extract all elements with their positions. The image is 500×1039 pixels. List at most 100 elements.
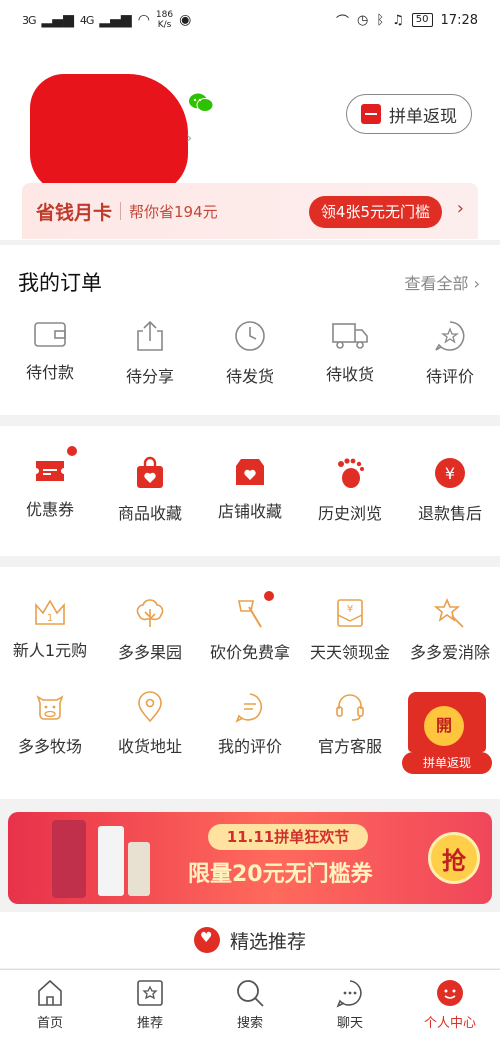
banner-tag: 11.11拼单狂欢节: [208, 824, 368, 850]
orders-section: 我的订单 查看全部 › 待付款 待分享 待发货 待收货 待评价: [0, 245, 500, 415]
feature-label: 多多爱消除: [409, 643, 490, 662]
feature-label: 我的评价: [217, 737, 282, 756]
service-label: 店铺收藏: [217, 502, 282, 521]
feature-label: 收货地址: [117, 737, 182, 756]
axe-icon: [238, 600, 262, 628]
home-icon: [38, 979, 62, 1006]
ranch-entry[interactable]: 多多牧场: [0, 691, 100, 757]
status-bar: 3G ▂▄▆ 4G ▂▄▆ ◠ 186 K/s ◉ ⌒ ◷ ᛒ ♫ 50 17:…: [0, 0, 500, 40]
orchard-entry[interactable]: 多多果园: [100, 597, 200, 663]
order-pending-shipment[interactable]: 待发货: [200, 319, 300, 387]
coupon-icon: [36, 461, 64, 481]
feature-label: 新人1元购: [12, 641, 88, 660]
tab-chat[interactable]: 聊天: [300, 978, 400, 1031]
avatar[interactable]: [30, 74, 188, 194]
gift-icon: [361, 104, 381, 124]
wifi-icon: ◠: [137, 12, 150, 28]
status-right: ⌒ ◷ ᛒ ♫ 50 17:28: [336, 11, 478, 30]
refund-aftersale-entry[interactable]: ¥ 退款售后: [400, 456, 500, 524]
cash-envelope-icon: ¥: [337, 599, 363, 627]
signal-4g-icon: 4G: [79, 13, 94, 27]
order-pending-review[interactable]: 待评价: [400, 319, 500, 387]
bottom-tab-bar: 首页 推荐 搜索 聊天 个人中心: [0, 969, 500, 1039]
chevron-right-icon[interactable]: ›: [186, 128, 192, 147]
tree-icon: [136, 599, 164, 627]
chat-icon: [336, 980, 362, 1008]
star-wand-icon: [433, 597, 464, 628]
service-label: 优惠券: [25, 500, 74, 519]
headset-icon: [336, 694, 364, 721]
orders-header: 我的订单 查看全部 ›: [0, 245, 500, 297]
bag-heart-icon: [137, 456, 163, 488]
browse-history-entry[interactable]: 历史浏览: [300, 456, 400, 524]
money-card-subtitle: 帮你省194元: [129, 202, 218, 221]
favorite-goods-entry[interactable]: 商品收藏: [100, 456, 200, 524]
bargain-free-entry[interactable]: 砍价免费拿: [200, 591, 300, 663]
order-status-row: 待付款 待分享 待发货 待收货 待评价: [0, 319, 500, 387]
service-label: 商品收藏: [117, 504, 182, 523]
headphone-icon: ⌒: [335, 14, 349, 30]
net-speed-value: 186: [155, 10, 174, 20]
floating-group-label: 拼单返现: [402, 752, 492, 774]
chevron-right-icon[interactable]: ›: [457, 198, 464, 219]
feature-label: 多多牧场: [17, 737, 82, 756]
order-status-label: 待评价: [425, 367, 474, 386]
net-speed-unit: K/s: [157, 20, 172, 30]
svg-text:¥: ¥: [445, 464, 455, 483]
mute-icon: ♫: [392, 12, 404, 28]
divider: [120, 202, 122, 220]
view-all-orders-link[interactable]: 查看全部 ›: [405, 270, 481, 294]
money-saving-card[interactable]: 省钱月卡 帮你省194元 领4张5元无门槛 ›: [22, 183, 478, 239]
claim-coupons-button[interactable]: 领4张5元无门槛: [308, 196, 442, 228]
recommend-icon: [137, 980, 163, 1006]
customer-service-entry[interactable]: 官方客服: [300, 691, 400, 757]
tab-recommend[interactable]: 推荐: [100, 978, 200, 1031]
battery-icon: 50: [411, 13, 433, 27]
order-pending-receipt[interactable]: 待收货: [300, 319, 400, 387]
shipping-address-entry[interactable]: 收货地址: [100, 691, 200, 757]
review-icon: [435, 321, 465, 351]
my-reviews-entry[interactable]: 我的评价: [200, 691, 300, 757]
product-image: [128, 842, 150, 896]
notification-dot: [264, 591, 274, 601]
order-pending-share[interactable]: 待分享: [100, 319, 200, 387]
svg-text:1: 1: [47, 613, 53, 624]
promo-banner[interactable]: 11.11拼单狂欢节 限量20元无门槛券 抢: [8, 812, 492, 904]
services-section: 优惠券 商品收藏 店铺收藏 历史浏览 ¥ 退款售后: [0, 426, 500, 556]
group-cashback-button[interactable]: 拼单返现: [346, 94, 472, 134]
feature-label: 砍价免费拿: [209, 643, 290, 662]
match-game-entry[interactable]: 多多爱消除: [400, 597, 500, 663]
product-image: [98, 826, 124, 896]
comment-icon: [235, 693, 263, 723]
wallet-icon: [34, 322, 66, 347]
order-status-label: 待收货: [325, 365, 374, 384]
wechat-icon: [189, 93, 214, 112]
truck-icon: [332, 323, 368, 349]
view-all-label: 查看全部: [404, 274, 469, 293]
tab-home[interactable]: 首页: [0, 978, 100, 1031]
tab-profile[interactable]: 个人中心: [400, 978, 500, 1031]
cow-icon: [36, 695, 64, 720]
crown-icon: 1: [35, 599, 65, 625]
floating-group-cashback[interactable]: 開 拼单返现: [402, 692, 492, 776]
daily-cash-entry[interactable]: ¥ 天天领现金: [300, 597, 400, 663]
share-icon: [137, 320, 163, 351]
clock-icon: [235, 321, 265, 351]
net-speed: 186 K/s: [156, 10, 173, 30]
tab-search[interactable]: 搜索: [200, 978, 300, 1031]
signal-3g-icon: 3G: [22, 13, 36, 27]
tab-label: 聊天: [336, 1016, 363, 1031]
newbie-one-yuan-entry[interactable]: 1 新人1元购: [0, 597, 100, 663]
clock-time: 17:28: [440, 12, 478, 28]
feature-label: 天天领现金: [309, 643, 390, 662]
service-label: 退款售后: [417, 504, 482, 523]
money-card-title: 省钱月卡: [36, 201, 113, 224]
order-status-label: 待发货: [225, 367, 274, 386]
favorite-shops-entry[interactable]: 店铺收藏: [200, 456, 300, 524]
notification-dot: [67, 446, 77, 456]
alarm-icon: ◷: [356, 12, 369, 28]
coupons-entry[interactable]: 优惠券: [0, 446, 100, 524]
grab-button[interactable]: 抢: [428, 832, 480, 884]
bluetooth-icon: ᛒ: [376, 12, 385, 28]
order-pending-payment[interactable]: 待付款: [0, 319, 100, 387]
